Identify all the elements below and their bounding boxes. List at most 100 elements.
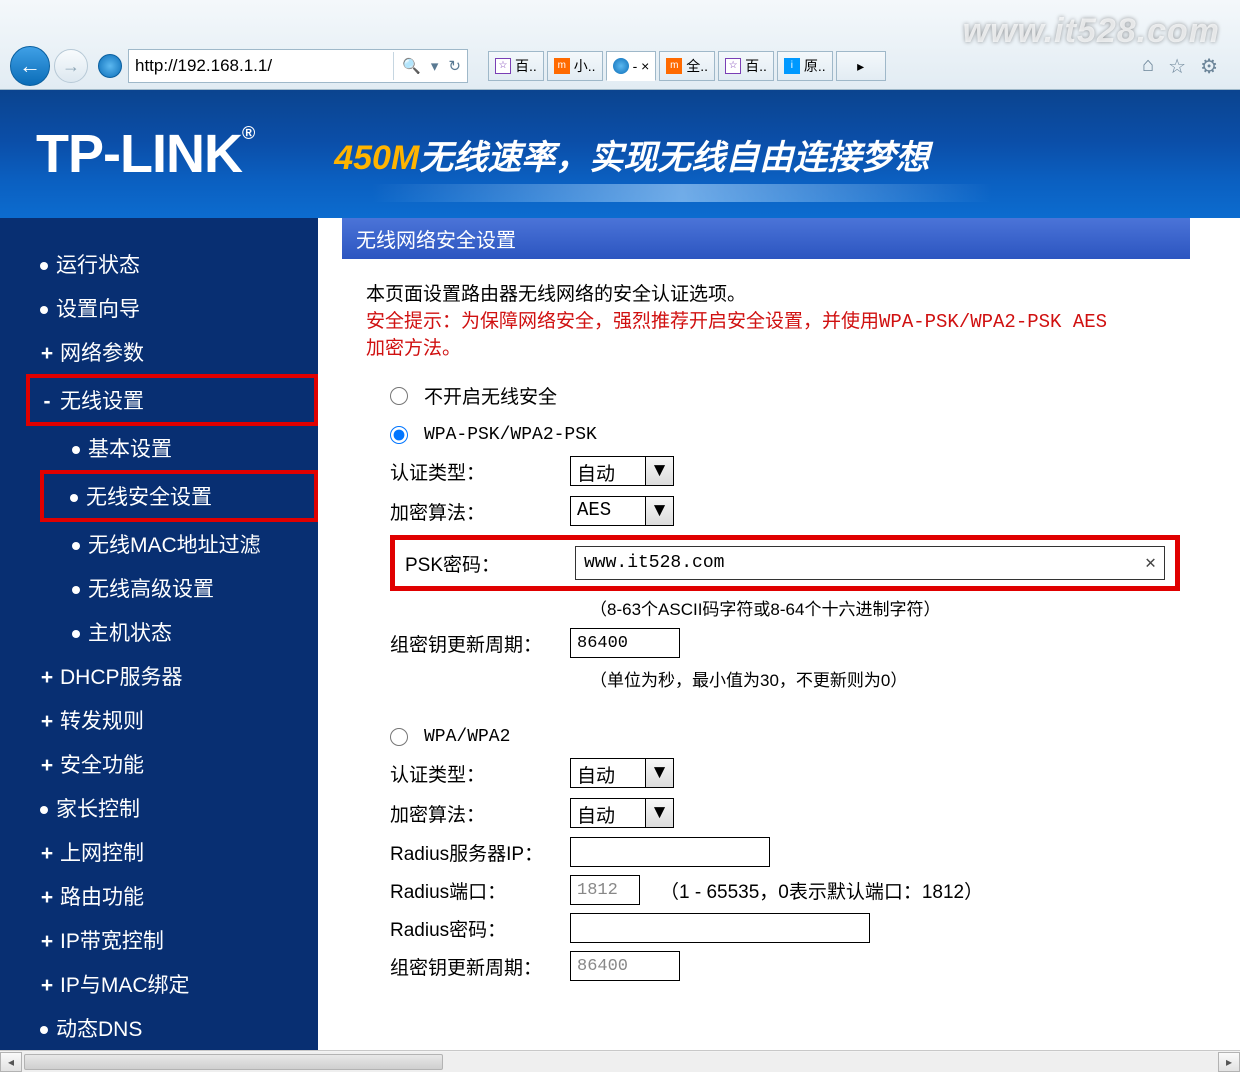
- favicon: ☆: [725, 58, 741, 74]
- sidebar-item[interactable]: -无线设置: [26, 374, 318, 426]
- sidebar-item[interactable]: +IP与MAC绑定: [0, 962, 318, 1006]
- back-button[interactable]: ←: [10, 46, 50, 86]
- auth-type-label: 认证类型：: [390, 458, 570, 485]
- browser-tab[interactable]: ☆百..: [718, 51, 774, 81]
- sidebar-item[interactable]: 基本设置: [0, 426, 318, 470]
- browser-tab[interactable]: m全..: [659, 51, 715, 81]
- groupkey2-input[interactable]: [570, 951, 680, 981]
- label-no-security: 不开启无线安全: [424, 382, 557, 409]
- sidebar-label: 家长控制: [56, 798, 140, 821]
- scroll-left-button[interactable]: ◂: [0, 1052, 22, 1072]
- dropdown-icon[interactable]: ▾: [431, 57, 439, 75]
- sidebar-item[interactable]: +网络参数: [0, 330, 318, 374]
- sidebar-item[interactable]: +DHCP服务器: [0, 654, 318, 698]
- enc-algo-label: 加密算法：: [390, 498, 570, 525]
- chevron-down-icon[interactable]: ▼: [646, 496, 674, 526]
- intro-text: 本页面设置路由器无线网络的安全认证选项。: [366, 279, 1180, 306]
- sidebar-label: 无线安全设置: [86, 486, 212, 509]
- wpa-auth-label: 认证类型：: [390, 760, 570, 787]
- watermark: www.it528.com: [963, 12, 1220, 51]
- sidebar-label: 基本设置: [88, 438, 172, 461]
- sidebar-item[interactable]: 动态DNS: [0, 1006, 318, 1050]
- tab-label: - ×: [633, 58, 650, 74]
- sidebar-label: DHCP服务器: [60, 666, 183, 689]
- groupkey-hint: （单位为秒，最小值为30，不更新则为0）: [590, 666, 1180, 691]
- search-icon[interactable]: 🔍: [402, 57, 421, 75]
- auth-type-select[interactable]: 自动▼: [570, 455, 674, 487]
- sidebar-label: 动态DNS: [56, 1018, 142, 1041]
- wpa-auth-select[interactable]: 自动▼: [570, 757, 674, 789]
- content-panel: 无线网络安全设置 本页面设置路由器无线网络的安全认证选项。 安全提示：为保障网络…: [318, 218, 1240, 1050]
- favicon: [613, 58, 629, 74]
- sidebar-label: 无线设置: [60, 390, 144, 413]
- label-wpa-psk: WPA-PSK/WPA2-PSK: [424, 425, 597, 445]
- psk-hint: （8-63个ASCII码字符或8-64个十六进制字符）: [590, 595, 1180, 620]
- sidebar-label: 网络参数: [60, 342, 144, 365]
- clear-icon[interactable]: ✕: [1145, 552, 1156, 574]
- tab-overflow[interactable]: ▸: [836, 51, 886, 81]
- psk-input[interactable]: www.it528.com ✕: [575, 546, 1165, 580]
- tab-label: 原..: [804, 56, 826, 76]
- sidebar-item[interactable]: +路由功能: [0, 874, 318, 918]
- sidebar-item[interactable]: 无线高级设置: [0, 566, 318, 610]
- sidebar-item[interactable]: 家长控制: [0, 786, 318, 830]
- sidebar-label: 无线MAC地址过滤: [88, 534, 261, 557]
- slogan: 450M无线速率，实现无线自由连接梦想: [334, 130, 929, 179]
- label-wpa: WPA/WPA2: [424, 727, 510, 747]
- refresh-icon[interactable]: ↻: [448, 57, 461, 75]
- scroll-right-button[interactable]: ▸: [1218, 1052, 1240, 1072]
- sidebar-item[interactable]: +IP带宽控制: [0, 918, 318, 962]
- groupkey-input[interactable]: [570, 628, 680, 658]
- browser-tab[interactable]: m小..: [547, 51, 603, 81]
- radius-pwd-input[interactable]: [570, 913, 870, 943]
- sidebar-item[interactable]: 运行状态: [0, 242, 318, 286]
- sidebar-label: 安全功能: [60, 754, 144, 777]
- favicon: ☆: [495, 58, 511, 74]
- sidebar-label: 运行状态: [56, 254, 140, 277]
- browser-tab[interactable]: ☆百..: [488, 51, 544, 81]
- radius-ip-label: Radius服务器IP：: [390, 839, 570, 866]
- sidebar-item[interactable]: 无线安全设置: [40, 470, 318, 522]
- chevron-down-icon[interactable]: ▼: [646, 758, 674, 788]
- address-bar[interactable]: 🔍 ▾ ↻: [128, 49, 468, 83]
- wpa-enc-select[interactable]: 自动▼: [570, 797, 674, 829]
- browser-tab[interactable]: - ×: [606, 51, 657, 81]
- sidebar-item[interactable]: +上网控制: [0, 830, 318, 874]
- tab-strip: ☆百..m小..- ×m全..☆百..i原..▸: [488, 51, 886, 81]
- tools-icon[interactable]: ⚙: [1200, 54, 1218, 79]
- radius-port-input[interactable]: [570, 875, 640, 905]
- radio-no-security[interactable]: [390, 387, 408, 405]
- psk-password-row: PSK密码： www.it528.com ✕: [390, 535, 1180, 591]
- favicon: m: [554, 58, 570, 74]
- panel-title: 无线网络安全设置: [342, 218, 1190, 259]
- sidebar-item[interactable]: 无线MAC地址过滤: [0, 522, 318, 566]
- ie-icon: [98, 54, 122, 78]
- wpa-enc-label: 加密算法：: [390, 800, 570, 827]
- favicon: i: [784, 58, 800, 74]
- security-warning: 安全提示：为保障网络安全，强烈推荐开启安全设置，并使用WPA-PSK/WPA2-…: [366, 306, 1180, 360]
- sidebar-item[interactable]: +安全功能: [0, 742, 318, 786]
- sidebar-item[interactable]: +转发规则: [0, 698, 318, 742]
- tab-label: 全..: [686, 56, 708, 76]
- home-icon[interactable]: ⌂: [1142, 54, 1154, 79]
- groupkey-label: 组密钥更新周期：: [390, 630, 570, 657]
- radio-wpa[interactable]: [390, 728, 408, 746]
- sidebar-item[interactable]: 主机状态: [0, 610, 318, 654]
- horizontal-scrollbar[interactable]: ◂ ▸: [0, 1050, 1240, 1072]
- scroll-thumb[interactable]: [24, 1054, 443, 1070]
- browser-tab[interactable]: i原..: [777, 51, 833, 81]
- chevron-down-icon[interactable]: ▼: [646, 798, 674, 828]
- url-input[interactable]: [135, 56, 385, 76]
- tab-label: 百..: [745, 56, 767, 76]
- psk-label: PSK密码：: [405, 550, 575, 577]
- chevron-down-icon[interactable]: ▼: [646, 456, 674, 486]
- header-banner: TP-LINK® 450M无线速率，实现无线自由连接梦想: [0, 90, 1240, 218]
- forward-button[interactable]: →: [54, 49, 88, 83]
- sidebar-label: 无线高级设置: [88, 578, 214, 601]
- favorites-icon[interactable]: ☆: [1168, 54, 1186, 79]
- radio-wpa-psk[interactable]: [390, 426, 408, 444]
- sidebar-label: 路由功能: [60, 886, 144, 909]
- enc-algo-select[interactable]: AES▼: [570, 495, 674, 527]
- radius-ip-input[interactable]: [570, 837, 770, 867]
- sidebar-item[interactable]: 设置向导: [0, 286, 318, 330]
